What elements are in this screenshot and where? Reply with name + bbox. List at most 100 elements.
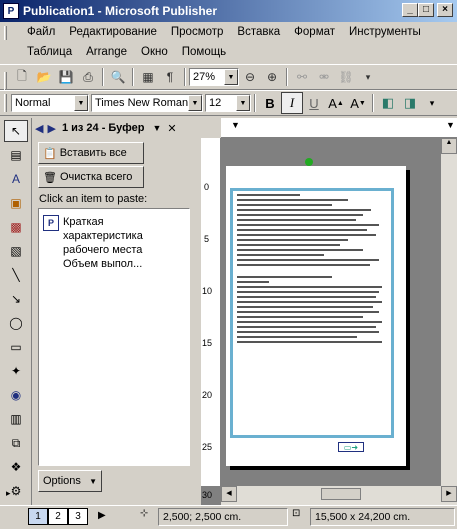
unlink-icon[interactable]: ⚮ xyxy=(313,66,335,88)
font-size-value: 12 xyxy=(209,97,222,109)
ruler-tab-marker-icon[interactable]: ▼ xyxy=(231,120,240,130)
vertical-scrollbar[interactable]: ▲ xyxy=(441,138,457,486)
font-grow-icon[interactable]: A ▲ xyxy=(325,92,347,114)
zoom-in-icon[interactable]: ⊕ xyxy=(261,66,283,88)
hotspot-icon[interactable]: ◉ xyxy=(4,384,28,406)
back-icon[interactable]: ◀ xyxy=(35,122,43,135)
more-options-icon[interactable]: ▾ xyxy=(357,66,379,88)
menu-edit[interactable]: Редактирование xyxy=(62,26,164,38)
table-frame-icon[interactable]: A xyxy=(4,168,28,190)
columns-icon[interactable]: ▦ xyxy=(137,66,159,88)
menu-file[interactable]: Файл xyxy=(20,26,62,38)
fill-color-icon[interactable]: ◧ xyxy=(377,92,399,114)
clipart-icon[interactable]: ▧ xyxy=(4,240,28,262)
rotate-handle-icon[interactable] xyxy=(305,158,313,166)
next-page-icon[interactable]: ▶ xyxy=(98,510,106,521)
font-combo[interactable]: Times New Roman ▼ xyxy=(91,94,203,112)
line-icon[interactable]: ╲ xyxy=(4,264,28,286)
text-box-icon[interactable]: ▤ xyxy=(4,144,28,166)
menu-view[interactable]: Просмотр xyxy=(164,26,231,38)
chevron-down-icon[interactable]: ▼ xyxy=(188,95,202,111)
menu-grip[interactable] xyxy=(4,26,7,40)
position-field: 2,500; 2,500 cm. xyxy=(158,508,288,526)
chevron-down-icon[interactable]: ▼ xyxy=(74,95,88,111)
window-title: Publication1 - Microsoft Publisher xyxy=(23,4,218,18)
ruler-corner[interactable] xyxy=(201,118,221,138)
new-icon[interactable]: 🗋 xyxy=(11,66,33,88)
scroll-right-icon[interactable]: ▶ xyxy=(441,486,457,502)
hyperlink-icon[interactable]: ⛓ xyxy=(335,66,357,88)
show-formatting-icon[interactable]: ¶ xyxy=(159,66,181,88)
print-preview-icon[interactable]: 🔍 xyxy=(107,66,129,88)
scroll-left-icon[interactable]: ◀ xyxy=(221,486,237,502)
font-size-combo[interactable]: 12 ▼ xyxy=(205,94,251,112)
save-icon[interactable]: 💾 xyxy=(55,66,77,88)
menu-help[interactable]: Помощь xyxy=(175,46,233,58)
bold-button[interactable]: B xyxy=(259,92,281,114)
style-combo[interactable]: Normal ▼ xyxy=(11,94,89,112)
maximize-button[interactable]: □ xyxy=(418,3,434,17)
horizontal-scrollbar[interactable]: ◀ ▶ xyxy=(221,486,457,505)
menu-window[interactable]: Окно xyxy=(134,46,175,58)
chevron-down-icon[interactable]: ▼ xyxy=(224,69,238,85)
open-icon[interactable]: 📂 xyxy=(33,66,55,88)
minimize-button[interactable]: _ xyxy=(402,3,418,17)
design-gallery-icon[interactable]: ❖ xyxy=(4,456,28,478)
underline-button[interactable]: U xyxy=(303,92,325,114)
page-tab-1[interactable]: 1 xyxy=(28,508,48,525)
page-tab-3[interactable]: 3 xyxy=(68,508,88,525)
page-tab-2[interactable]: 2 xyxy=(48,508,68,525)
chevron-down-icon[interactable]: ▼ xyxy=(236,95,250,111)
rectangle-icon[interactable]: ▭ xyxy=(4,336,28,358)
autoshapes-icon[interactable]: ✦ xyxy=(4,360,28,382)
toolbar-grip[interactable] xyxy=(4,72,7,90)
select-pointer-icon[interactable]: ↖ xyxy=(4,120,28,142)
clipboard-item[interactable]: P Краткая характеристика рабочего места … xyxy=(43,215,187,271)
menu-bar: Файл Редактирование Просмотр Вставка Фор… xyxy=(0,22,457,62)
size-value: 15,500 x 24,200 cm. xyxy=(315,511,411,523)
horizontal-ruler[interactable]: ▼ ▼ xyxy=(221,118,457,138)
more-options-icon[interactable]: ▾ xyxy=(421,92,443,114)
zoom-combo[interactable]: 27% ▼ xyxy=(189,68,239,86)
options-button[interactable]: Options ▼ xyxy=(38,470,102,492)
separator xyxy=(372,94,374,112)
oval-icon[interactable]: ◯ xyxy=(4,312,28,334)
clear-all-button[interactable]: 🗑 Очистка всего xyxy=(38,166,144,188)
wordart-icon[interactable]: ▣ xyxy=(4,192,28,214)
publication-page[interactable]: ▭➜ xyxy=(226,158,406,466)
ruler-label: 20 xyxy=(202,390,213,400)
forward-icon[interactable]: ▶ xyxy=(47,122,55,135)
vertical-ruler[interactable]: 0 5 10 15 20 25 30 xyxy=(201,138,221,500)
print-icon[interactable]: ⎙ xyxy=(77,66,99,88)
scroll-thumb[interactable] xyxy=(321,488,361,500)
paste-all-button[interactable]: 📋 Вставить все xyxy=(38,142,144,164)
font-shrink-icon[interactable]: A ▼ xyxy=(347,92,369,114)
arrow-icon[interactable]: ↘ xyxy=(4,288,28,310)
chevron-down-icon[interactable]: ▼ xyxy=(152,123,161,133)
expand-toolbar-icon[interactable]: ▸ xyxy=(6,488,11,499)
picture-frame-icon[interactable]: ▩ xyxy=(4,216,28,238)
shadow-icon[interactable]: ◨ xyxy=(399,92,421,114)
publisher-app-icon[interactable]: P xyxy=(3,3,19,19)
clipboard-item-list: P Краткая характеристика рабочего места … xyxy=(38,208,190,466)
size-field: 15,500 x 24,200 cm. xyxy=(310,508,455,526)
close-button[interactable]: × xyxy=(437,3,453,17)
text-frame[interactable] xyxy=(230,188,394,438)
scroll-up-icon[interactable]: ▲ xyxy=(441,138,457,154)
menu-table[interactable]: Таблица xyxy=(20,46,79,58)
toolbar-grip[interactable] xyxy=(4,94,7,112)
menu-tools[interactable]: Инструменты xyxy=(342,26,428,38)
html-code-icon[interactable]: ⧉ xyxy=(4,432,28,454)
menu-arrange[interactable]: Arrange xyxy=(79,46,134,58)
zoom-out-icon[interactable]: ⊖ xyxy=(239,66,261,88)
italic-button[interactable]: I xyxy=(281,92,303,114)
close-icon[interactable]: ✕ xyxy=(167,122,176,135)
ruler-indent-marker-icon[interactable]: ▼ xyxy=(446,120,455,130)
form-control-icon[interactable]: ▥ xyxy=(4,408,28,430)
menu-format[interactable]: Формат xyxy=(287,26,342,38)
text-overflow-icon[interactable]: ▭➜ xyxy=(338,442,364,452)
menu-insert[interactable]: Вставка xyxy=(230,26,287,38)
link-icon[interactable]: ⚯ xyxy=(291,66,313,88)
separator xyxy=(254,94,256,112)
clip-line-3: рабочего места xyxy=(63,244,143,256)
